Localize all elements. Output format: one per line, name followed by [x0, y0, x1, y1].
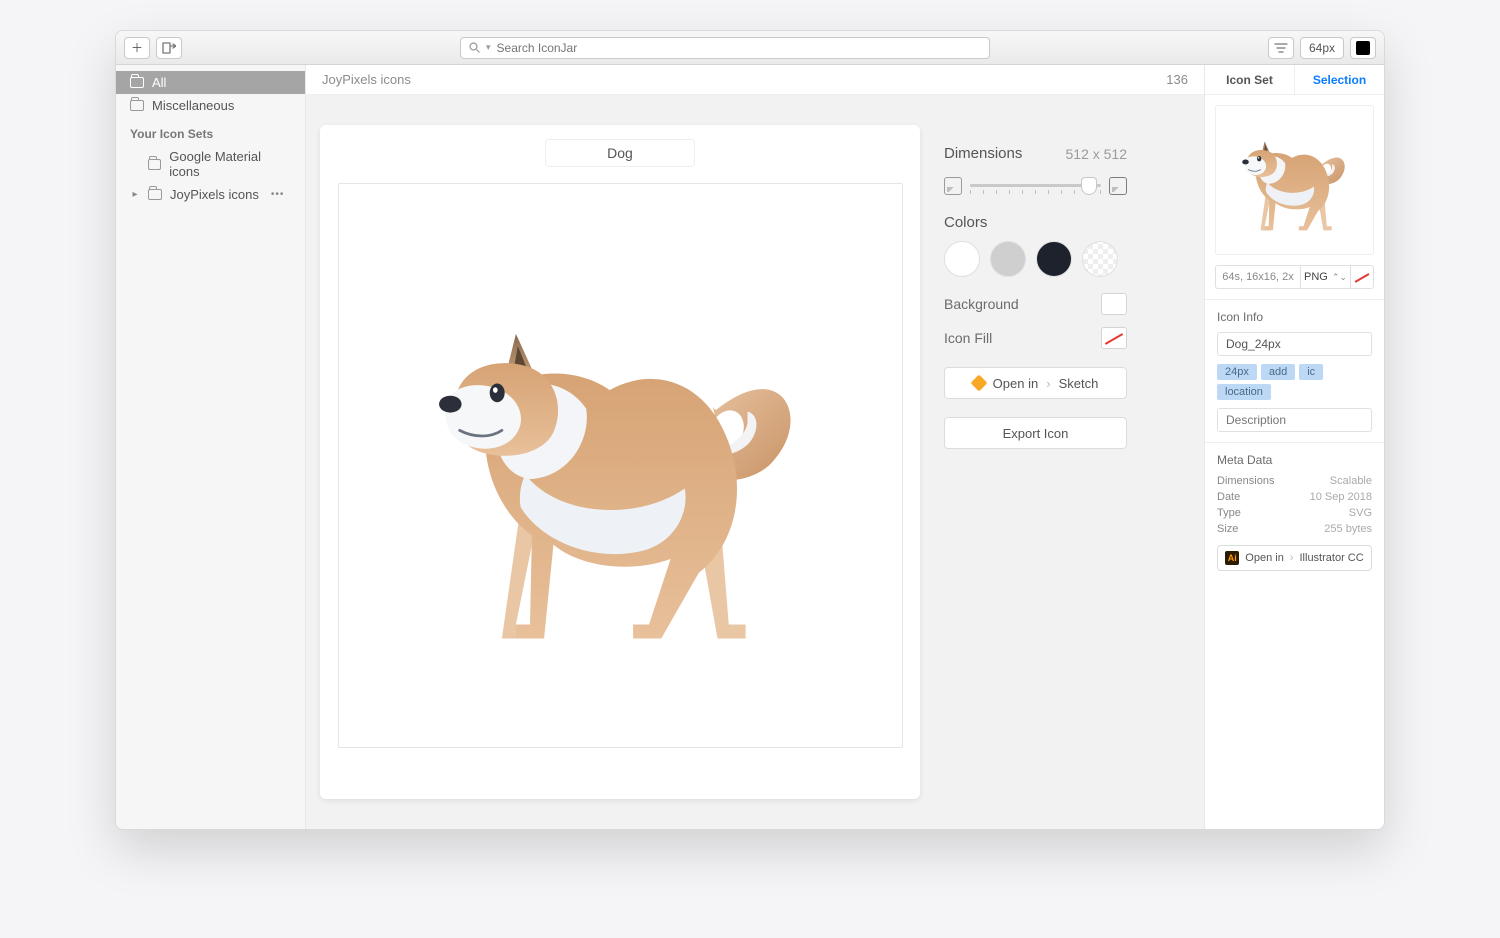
meta-row: Date10 Sep 2018: [1217, 491, 1372, 503]
open-in-sketch-button[interactable]: Open in › Sketch: [944, 367, 1127, 399]
open-in-illustrator-button[interactable]: Ai Open in › Illustrator CC: [1217, 545, 1372, 571]
export-sizes-field[interactable]: 64s, 16x16, 2x: [1215, 265, 1300, 289]
app-window: ＋ ▾ 64px All Miscellaneous: [115, 30, 1385, 830]
titlebar: ＋ ▾ 64px: [116, 31, 1384, 65]
canvas-card: Dog: [320, 125, 920, 799]
chevron-right-icon: ›: [1046, 376, 1050, 391]
sidebar-item-misc[interactable]: Miscellaneous: [116, 94, 305, 117]
search-field[interactable]: ▾: [460, 37, 990, 59]
size-slider[interactable]: [970, 176, 1101, 196]
meta-row: Size255 bytes: [1217, 523, 1372, 535]
color-swatch-icon: [1356, 41, 1370, 55]
search-caret-icon: ▾: [486, 42, 491, 53]
folder-icon: [130, 77, 144, 88]
background-label: Background: [944, 296, 1019, 312]
sidebar: All Miscellaneous Your Icon Sets Google …: [116, 65, 306, 829]
export-button[interactable]: [156, 37, 182, 59]
description-input[interactable]: [1217, 408, 1372, 432]
sidebar-set-joypixels[interactable]: ▸ JoyPixels icons •••: [116, 183, 305, 206]
chevron-right-icon: ›: [1290, 552, 1294, 564]
tag[interactable]: ic: [1299, 364, 1323, 380]
swatch-dark[interactable]: [1036, 241, 1072, 277]
slider-thumb[interactable]: [1081, 177, 1097, 195]
swatch-white[interactable]: [944, 241, 980, 277]
tag[interactable]: add: [1261, 364, 1295, 380]
caret-icon: ⌃⌄: [1332, 272, 1347, 283]
tag[interactable]: 24px: [1217, 364, 1257, 380]
swatch-grey[interactable]: [990, 241, 1026, 277]
icon-fill-label: Icon Fill: [944, 330, 992, 346]
canvas[interactable]: [338, 183, 903, 748]
disclosure-icon[interactable]: ▸: [130, 189, 140, 200]
folder-icon: [130, 100, 144, 111]
sidebar-item-all[interactable]: All: [116, 71, 305, 94]
sidebar-item-label: All: [152, 75, 166, 90]
main-title: JoyPixels icons: [322, 72, 411, 87]
dog-illustration: [380, 226, 860, 706]
swatch-transparent[interactable]: [1082, 241, 1118, 277]
meta-data-label: Meta Data: [1217, 453, 1372, 467]
main-area: JoyPixels icons 136 Dog Dimensions 512 x…: [306, 65, 1204, 829]
sidebar-item-label: Miscellaneous: [152, 98, 234, 113]
dimensions-value: 512 x 512: [1066, 146, 1128, 162]
size-small-icon: [944, 177, 962, 195]
tab-selection[interactable]: Selection: [1295, 65, 1384, 94]
dog-illustration-thumb: [1225, 110, 1365, 250]
tools-panel: Dimensions 512 x 512: [920, 125, 1145, 799]
canvas-title-input[interactable]: Dog: [545, 139, 695, 167]
tags-list: 24px add ic location: [1217, 364, 1372, 400]
meta-row: DimensionsScalable: [1217, 475, 1372, 487]
export-color-button[interactable]: [1350, 265, 1374, 289]
inspector: Icon Set Selection 64s, 16x16, 2x PNG⌃⌄ …: [1204, 65, 1384, 829]
export-icon-button[interactable]: Export Icon: [944, 417, 1127, 449]
sidebar-set-google[interactable]: Google Material icons: [116, 145, 305, 183]
tab-icon-set[interactable]: Icon Set: [1205, 65, 1295, 94]
add-button[interactable]: ＋: [124, 37, 150, 59]
zoom-button[interactable]: 64px: [1300, 37, 1344, 59]
dimensions-label: Dimensions: [944, 145, 1022, 162]
search-icon: [469, 42, 480, 53]
sketch-icon: [970, 375, 987, 392]
meta-row: TypeSVG: [1217, 507, 1372, 519]
search-input[interactable]: [497, 41, 981, 55]
export-format-select[interactable]: PNG⌃⌄: [1300, 265, 1350, 289]
filter-button[interactable]: [1268, 37, 1294, 59]
sidebar-section-label: Your Icon Sets: [116, 117, 305, 145]
more-icon[interactable]: •••: [271, 189, 285, 200]
icon-info-label: Icon Info: [1217, 310, 1372, 324]
main-header: JoyPixels icons 136: [306, 65, 1204, 95]
icon-name-input[interactable]: [1217, 332, 1372, 356]
tag[interactable]: location: [1217, 384, 1271, 400]
folder-icon: [148, 159, 162, 170]
background-color-button[interactable]: [1101, 293, 1127, 315]
illustrator-icon: Ai: [1225, 551, 1239, 565]
sidebar-item-label: Google Material icons: [169, 149, 291, 179]
size-large-icon: [1109, 177, 1127, 195]
main-count: 136: [1166, 72, 1188, 87]
colors-label: Colors: [944, 214, 1127, 231]
inspector-preview: [1215, 105, 1374, 255]
color-button[interactable]: [1350, 37, 1376, 59]
sidebar-item-label: JoyPixels icons: [170, 187, 259, 202]
folder-icon: [148, 189, 162, 200]
icon-fill-color-button[interactable]: [1101, 327, 1127, 349]
